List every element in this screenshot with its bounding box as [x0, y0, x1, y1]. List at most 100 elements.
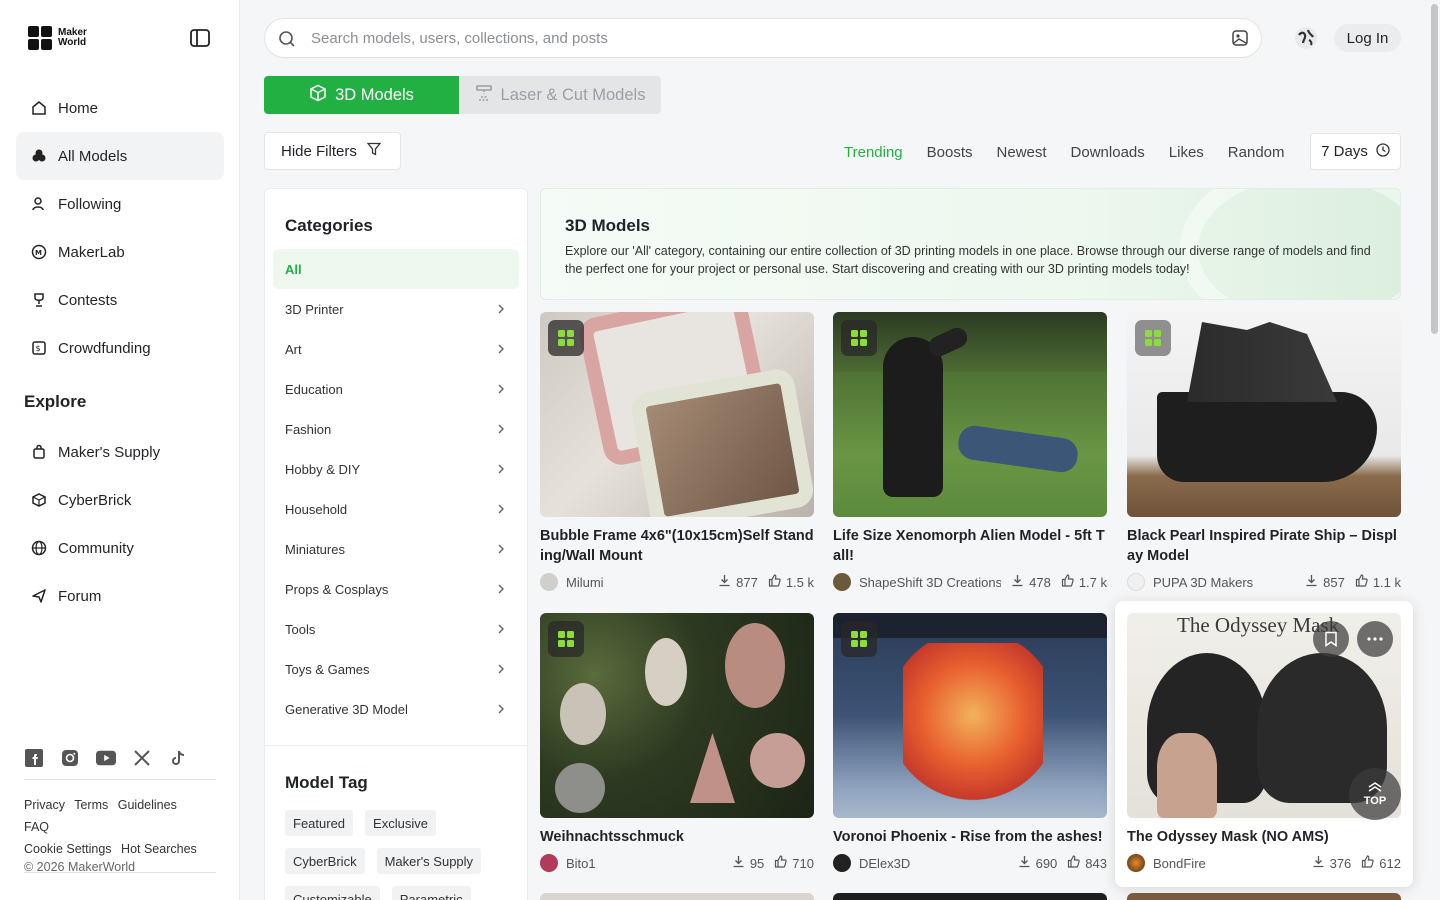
tag-chip[interactable]: CyberBrick — [285, 848, 365, 874]
sidebar-item-following[interactable]: Following — [16, 180, 224, 228]
tag-chip[interactable]: Customizable — [285, 886, 380, 900]
author-name[interactable]: Milumi — [566, 575, 708, 590]
login-button[interactable]: Log In — [1334, 24, 1401, 52]
sort-random[interactable]: Random — [1228, 144, 1285, 161]
sidebar-item-community[interactable]: Community — [16, 524, 224, 572]
category-item[interactable]: Household — [273, 489, 519, 529]
model-thumbnail[interactable] — [833, 312, 1107, 517]
youtube-icon[interactable] — [96, 748, 116, 768]
more-options-icon[interactable] — [1357, 621, 1393, 657]
back-to-top-button[interactable]: TOP — [1349, 768, 1401, 820]
category-item[interactable]: Hobby & DIY — [273, 449, 519, 489]
model-title[interactable]: Weihnachtsschmuck — [540, 827, 814, 847]
model-thumbnail[interactable] — [1127, 312, 1401, 517]
sidebar-item-all-models[interactable]: All Models — [16, 132, 224, 180]
model-thumbnail[interactable] — [540, 312, 814, 517]
author-name[interactable]: PUPA 3D Makers — [1153, 575, 1295, 590]
sort-boosts[interactable]: Boosts — [927, 144, 973, 161]
sidebar-item-contests[interactable]: Contests — [16, 276, 224, 324]
sidebar-item-home[interactable]: Home — [16, 84, 224, 132]
category-banner: 3D Models Explore our 'All' category, co… — [540, 188, 1401, 300]
period-select[interactable]: 7 Days — [1310, 133, 1401, 170]
tag-chip[interactable]: Maker's Supply — [376, 848, 482, 874]
avatar[interactable] — [833, 573, 851, 591]
model-thumbnail[interactable] — [540, 613, 814, 818]
category-item[interactable]: Art — [273, 329, 519, 369]
download-count: 95 — [732, 855, 764, 871]
model-title[interactable]: Black Pearl Inspired Pirate Ship – Displ… — [1127, 526, 1401, 566]
hide-filters-button[interactable]: Hide Filters — [264, 132, 401, 170]
author-name[interactable]: ShapeShift 3D Creations — [859, 575, 1001, 590]
image-search-icon[interactable] — [1231, 29, 1249, 52]
sidebar-item-crowdfunding[interactable]: $ Crowdfunding — [16, 324, 224, 372]
collapse-sidebar-icon[interactable] — [188, 27, 212, 49]
avatar[interactable] — [1127, 573, 1145, 591]
main-nav: Home All Models Following M MakerLab Con… — [16, 84, 224, 372]
model-card[interactable]: Weihnachtsschmuck Bito1 95 710 — [540, 613, 814, 873]
category-item[interactable]: Education — [273, 369, 519, 409]
author-name[interactable]: BondFire — [1153, 856, 1302, 871]
sidebar-item-forum[interactable]: Forum — [16, 572, 224, 620]
model-card[interactable]: Life Size Xenomorph Alien Model - 5ft Ta… — [833, 312, 1107, 592]
model-card[interactable]: The Odyssey Mask The Odyssey Mask (NO AM… — [1127, 613, 1401, 873]
model-card[interactable]: Voronoi Phoenix - Rise from the ashes! D… — [833, 613, 1107, 873]
avatar[interactable] — [833, 854, 851, 872]
footer-link-cookie-settings[interactable]: Cookie Settings — [24, 842, 112, 856]
author-name[interactable]: Bito1 — [566, 856, 722, 871]
bookmark-icon[interactable] — [1313, 621, 1349, 657]
category-item[interactable]: Toys & Games — [273, 649, 519, 689]
avatar[interactable] — [1127, 854, 1145, 872]
sidebar-item-makers-supply[interactable]: Maker's Supply — [16, 428, 224, 476]
tab-3d-models[interactable]: 3D Models — [264, 76, 459, 114]
makerworld-logo[interactable]: Maker World — [28, 26, 87, 50]
category-item[interactable]: Miniatures — [273, 529, 519, 569]
model-thumbnail[interactable] — [833, 613, 1107, 818]
footer-link-hot-searches[interactable]: Hot Searches — [121, 842, 197, 856]
tag-chip[interactable]: Parametric — [391, 886, 471, 900]
sort-trending[interactable]: Trending — [844, 144, 903, 161]
footer-link-faq[interactable]: FAQ — [24, 820, 49, 834]
model-type-tabs: 3D Models Laser & Cut Models — [264, 76, 661, 114]
tag-chip[interactable]: Exclusive — [365, 810, 436, 836]
model-title[interactable]: Bubble Frame 4x6"(10x15cm)Self Standing/… — [540, 526, 814, 566]
model-title[interactable]: Life Size Xenomorph Alien Model - 5ft Ta… — [833, 526, 1107, 566]
instagram-icon[interactable] — [60, 748, 80, 768]
model-title[interactable]: The Odyssey Mask (NO AMS) — [1127, 827, 1401, 847]
tiktok-icon[interactable] — [168, 748, 188, 768]
tag-chip[interactable]: Featured — [285, 810, 354, 836]
avatar[interactable] — [540, 573, 558, 591]
x-icon[interactable] — [132, 748, 152, 768]
footer-link-terms[interactable]: Terms — [74, 798, 108, 812]
category-label: Hobby & DIY — [285, 461, 361, 477]
model-title[interactable]: Voronoi Phoenix - Rise from the ashes! — [833, 827, 1107, 847]
sidebar-item-cyberbrick[interactable]: CyberBrick — [16, 476, 224, 524]
trophy-icon — [30, 291, 48, 309]
author-name[interactable]: DElex3D — [859, 856, 1008, 871]
scrollbar-thumb[interactable] — [1431, 4, 1438, 334]
category-item[interactable]: Fashion — [273, 409, 519, 449]
sort-likes[interactable]: Likes — [1169, 144, 1204, 161]
search-input[interactable] — [311, 27, 1211, 49]
footer-link-privacy[interactable]: Privacy — [24, 798, 65, 812]
language-globe-icon[interactable] — [1294, 26, 1318, 50]
category-item[interactable]: Generative 3D Model — [273, 689, 519, 729]
facebook-icon[interactable] — [24, 748, 44, 768]
category-item[interactable]: 3D Printer — [273, 289, 519, 329]
footer-links: Privacy Terms Guidelines FAQ Cookie Sett… — [24, 779, 216, 873]
model-card[interactable]: Black Pearl Inspired Pirate Ship – Displ… — [1127, 312, 1401, 592]
sort-newest[interactable]: Newest — [997, 144, 1047, 161]
like-count: 710 — [774, 855, 814, 871]
sort-downloads[interactable]: Downloads — [1071, 144, 1145, 161]
download-icon — [1011, 574, 1024, 590]
categories-heading: Categories — [285, 216, 373, 235]
ornament-image — [750, 733, 805, 788]
model-card[interactable]: Bubble Frame 4x6"(10x15cm)Self Standing/… — [540, 312, 814, 592]
footer-link-guidelines[interactable]: Guidelines — [118, 798, 177, 812]
category-item[interactable]: Tools — [273, 609, 519, 649]
avatar[interactable] — [540, 854, 558, 872]
ornament-image — [725, 623, 785, 708]
category-item-all[interactable]: All — [273, 249, 519, 289]
tab-laser-cut-models[interactable]: Laser & Cut Models — [459, 76, 661, 114]
sidebar-item-makerlab[interactable]: M MakerLab — [16, 228, 224, 276]
category-item[interactable]: Props & Cosplays — [273, 569, 519, 609]
